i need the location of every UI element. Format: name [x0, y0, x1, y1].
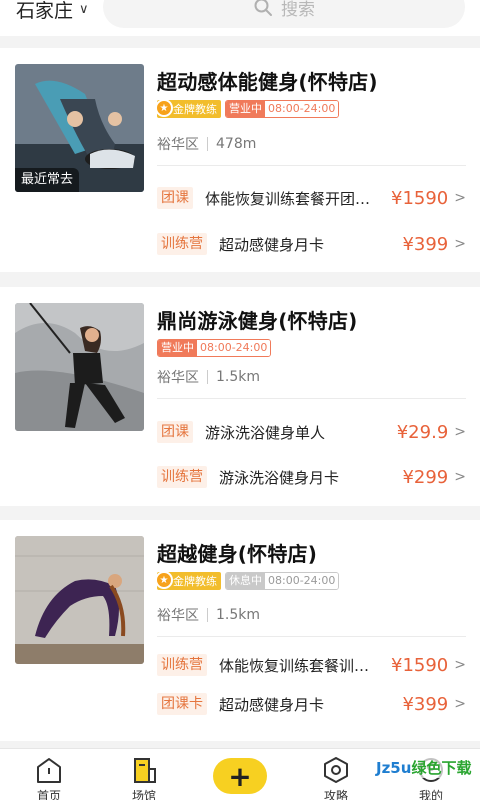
nav-home[interactable]: 首页 [19, 755, 79, 800]
venue-title: 鼎尚游泳健身(怀特店) [157, 309, 358, 333]
venue-location: 裕华区 478m [157, 134, 256, 154]
deal-price: ¥299 [402, 466, 449, 488]
chevron-right-icon: > [454, 424, 466, 440]
medal-icon: ★ [155, 99, 173, 117]
status-badge: 休息中 08:00-24:00 [225, 572, 340, 590]
venue-location: 裕华区 1.5km [157, 367, 260, 387]
medal-icon: ★ [155, 571, 173, 589]
venue-location: 裕华区 1.5km [157, 605, 260, 625]
search-bar[interactable]: 搜索 [103, 0, 465, 28]
deal-tag: 团课卡 [157, 693, 207, 715]
venue-photo: 最近常去 [15, 64, 144, 192]
guide-icon [324, 757, 348, 783]
deal-row[interactable]: 团课 游泳洗浴健身单人 ¥29.9 > [157, 420, 466, 444]
top-bar: 石家庄 ∨ 搜索 [0, 0, 480, 36]
nav-venue[interactable]: 场馆 [114, 755, 174, 800]
city-label: 石家庄 [16, 0, 74, 22]
search-icon [254, 0, 272, 16]
divider [157, 398, 466, 399]
nav-home-label: 首页 [36, 789, 61, 800]
divider [157, 165, 466, 166]
add-button[interactable]: + [213, 758, 267, 794]
nav-venue-label: 场馆 [131, 789, 156, 800]
venue-badges: ★ 金牌教练 营业中 08:00-24:00 [155, 99, 340, 118]
distance: 478m [216, 136, 257, 152]
deal-price: ¥1590 [391, 187, 449, 209]
deal-row[interactable]: 训练营 超动感健身月卡 ¥399 > [157, 232, 466, 256]
chevron-right-icon: > [454, 696, 466, 712]
city-selector[interactable]: 石家庄 ∨ [16, 0, 89, 23]
deal-price: ¥29.9 [396, 421, 449, 443]
search-placeholder: 搜索 [281, 0, 315, 20]
recent-visit-badge: 最近常去 [15, 168, 80, 192]
venue-photo [15, 536, 144, 664]
gold-coach-badge: ★ 金牌教练 [155, 99, 221, 118]
distance: 1.5km [216, 369, 261, 385]
nav-mine-label: 我的 [418, 789, 443, 800]
deal-name: 超动感健身月卡 [219, 235, 325, 254]
venue-card[interactable]: 鼎尚游泳健身(怀特店) 营业中 08:00-24:00 裕华区 1.5km 团课 游… [0, 287, 480, 506]
chevron-right-icon: > [454, 190, 466, 206]
deal-name: 游泳洗浴健身单人 [205, 423, 326, 442]
deal-row[interactable]: 训练营 游泳洗浴健身月卡 ¥299 > [157, 465, 466, 489]
venue-badges: ★ 金牌教练 休息中 08:00-24:00 [155, 571, 340, 590]
chevron-right-icon: > [454, 657, 466, 673]
deal-name: 超动感健身月卡 [219, 695, 325, 714]
chevron-right-icon: > [454, 469, 466, 485]
deal-price: ¥1590 [391, 654, 449, 676]
distance: 1.5km [216, 607, 261, 623]
chevron-right-icon: > [454, 236, 466, 252]
deal-price: ¥399 [402, 233, 449, 255]
gold-coach-badge: ★ 金牌教练 [155, 571, 221, 590]
venue-title: 超越健身(怀特店) [157, 542, 318, 566]
district: 裕华区 [157, 370, 199, 386]
nav-guide[interactable]: 攻略 [306, 755, 366, 800]
divider [157, 636, 466, 637]
deal-tag: 训练营 [157, 654, 207, 676]
deal-row[interactable]: 团课 体能恢复训练套餐开团… ¥1590 > [157, 186, 466, 210]
deal-row[interactable]: 训练营 体能恢复训练套餐训… ¥1590 > [157, 653, 466, 677]
venue-photo [15, 303, 144, 431]
watermark: Jz5u绿色下载 [374, 757, 474, 778]
deal-tag: 团课 [157, 421, 193, 443]
deal-name: 游泳洗浴健身月卡 [219, 468, 340, 487]
deal-name: 体能恢复训练套餐开团… [205, 189, 371, 208]
deal-name: 体能恢复训练套餐训… [219, 656, 370, 675]
deal-tag: 团课 [157, 187, 193, 209]
deal-tag: 训练营 [157, 233, 207, 255]
deal-tag: 训练营 [157, 466, 207, 488]
venue-card[interactable]: 最近常去 超动感体能健身(怀特店) ★ 金牌教练 营业中 08:00-24:00 裕… [0, 48, 480, 272]
venue-card[interactable]: 超越健身(怀特店) ★ 金牌教练 休息中 08:00-24:00 裕华区 1.5km … [0, 520, 480, 741]
chevron-down-icon: ∨ [79, 2, 89, 17]
status-badge: 营业中 08:00-24:00 [225, 100, 340, 118]
deal-price: ¥399 [402, 693, 449, 715]
status-badge: 营业中 08:00-24:00 [157, 339, 272, 357]
deal-row[interactable]: 团课卡 超动感健身月卡 ¥399 > [157, 692, 466, 716]
venue-badges: 营业中 08:00-24:00 [157, 339, 272, 357]
district: 裕华区 [157, 608, 199, 624]
venue-title: 超动感体能健身(怀特店) [157, 70, 378, 94]
nav-guide-label: 攻略 [323, 789, 348, 800]
home-icon [37, 758, 61, 783]
district: 裕华区 [157, 137, 199, 153]
venue-icon [134, 758, 156, 783]
